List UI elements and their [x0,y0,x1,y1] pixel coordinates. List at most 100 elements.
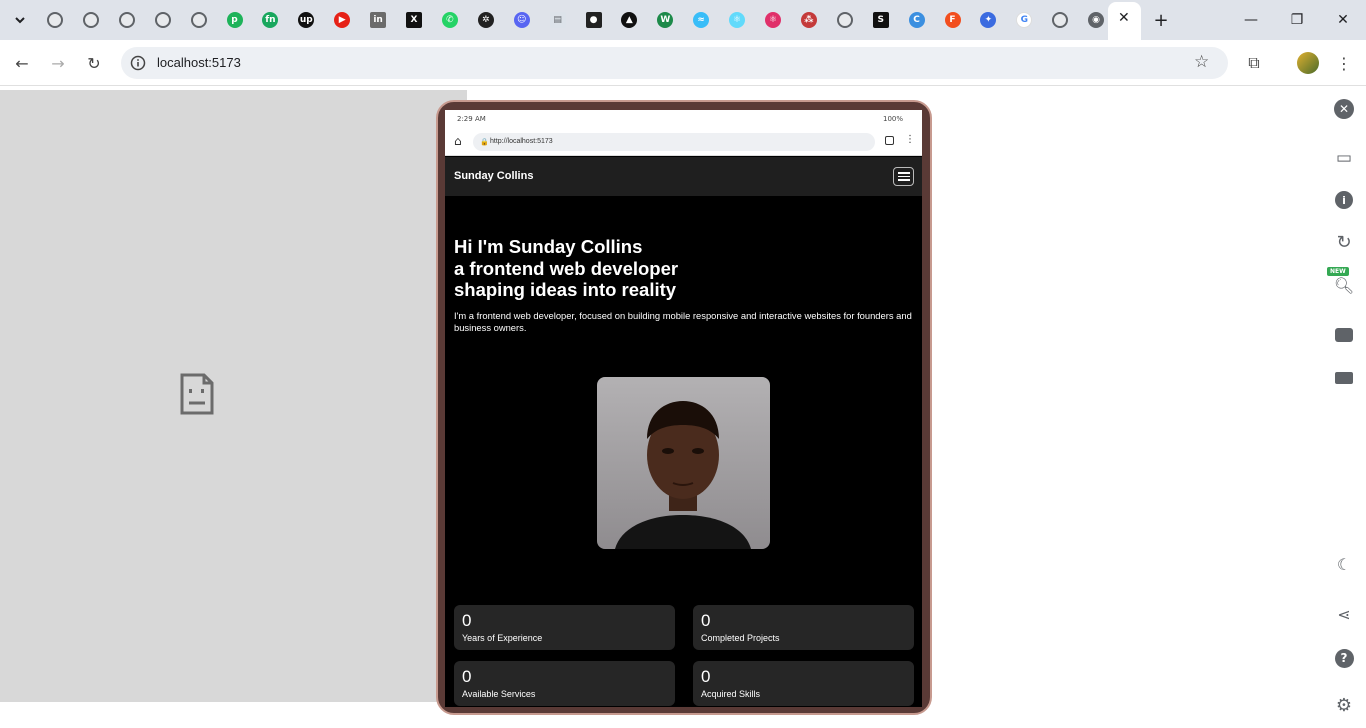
globe-icon [1052,12,1069,28]
device-time: 2:29 AM [457,115,486,123]
stat-label: Completed Projects [701,633,780,643]
browser-tab[interactable] [151,8,175,32]
browser-tab[interactable]: ⁂ [797,8,821,32]
new-badge: NEW [1327,267,1349,276]
browser-tab[interactable]: ≈ [689,8,713,32]
browser-tab[interactable]: ✆ [438,8,462,32]
mobile-url-field[interactable]: 🔒 http://localhost:5173 [473,133,875,151]
browser-tab[interactable]: ⚛ [725,8,749,32]
browser-tab[interactable] [43,8,67,32]
browser-tab[interactable]: ✲ [474,8,498,32]
browser-tab[interactable]: ✦ [976,8,1000,32]
device-status-bar: 2:29 AM 100% [445,110,922,128]
url-text: localhost:5173 [157,55,241,70]
upwork-icon: up [298,12,315,28]
tabs-count-icon[interactable] [885,136,894,145]
browser-tab[interactable] [79,8,103,32]
browser-tab[interactable]: ▲ [617,8,641,32]
help-button[interactable]: ? [1332,646,1356,670]
stat-value: 0 [462,667,472,686]
restore-button[interactable]: ❐ [1282,8,1312,32]
stat-label: Acquired Skills [701,689,761,699]
reload-button[interactable]: ↻ [82,51,106,75]
browser-tab[interactable]: ☺ [510,8,534,32]
stat-card-experience: 0 Years of Experience [454,605,675,650]
browser-tab[interactable] [1048,8,1072,32]
chevron-down-icon [15,17,25,24]
browser-tab[interactable]: ◉ [1084,8,1108,32]
info-icon: i [1335,191,1353,209]
device-battery: 100% [883,115,904,123]
hero-line: Hi I'm Sunday Collins [454,236,643,257]
github-icon: ● [585,12,602,28]
browser-tab[interactable] [187,8,211,32]
screenshot-button[interactable] [1332,323,1356,347]
rotate-icon: ↻ [1336,231,1352,253]
browser-tab[interactable]: ▶ [330,8,354,32]
browser-tab[interactable]: in [366,8,390,32]
dots-icon: ⁂ [800,12,817,28]
tab-search-button[interactable] [8,8,32,32]
chrome-icon: ◉ [1088,12,1105,28]
minimize-button[interactable]: — [1236,8,1266,32]
globe-icon [82,12,99,28]
active-tab[interactable]: ✕ [1108,2,1141,40]
react-icon: ⚛ [729,12,746,28]
doc-icon: ▤ [549,12,566,28]
dark-mode-button[interactable]: ☾ [1332,552,1356,576]
zoom-button[interactable]: 🔍︎ NEW [1327,267,1356,297]
device-info-button[interactable]: i [1332,188,1356,212]
hamburger-menu-button[interactable] [893,167,914,186]
site-brand[interactable]: Sunday Collins [454,170,533,182]
puzzle-icon: ⧉ [1248,53,1260,72]
record-button[interactable] [1332,366,1356,390]
browser-tab[interactable]: ▤ [546,8,570,32]
share-button[interactable]: ⋖ [1332,602,1356,626]
mobile-address-bar: ⌂ 🔒 http://localhost:5173 ⋮ [445,128,922,156]
mobile-url-text: http://localhost:5173 [490,138,553,145]
settings-button[interactable]: ⚙ [1332,693,1356,717]
star-icon[interactable]: ☆ [1194,52,1209,72]
profile-button[interactable] [1296,51,1320,75]
address-bar[interactable]: localhost:5173 ☆ [121,47,1228,79]
browser-tab[interactable]: C [905,8,929,32]
rotate-button[interactable]: ↻ [1332,230,1356,254]
browser-tab[interactable] [833,8,857,32]
globe-icon [47,12,63,28]
device-toggle-button[interactable]: ▭ [1332,146,1356,170]
globe-icon [190,12,207,28]
browser-tab[interactable]: F [941,8,965,32]
home-icon[interactable]: ⌂ [454,134,462,148]
browser-tab[interactable] [115,8,139,32]
stat-label: Available Services [462,689,536,699]
browser-tab[interactable]: ⚛ [761,8,785,32]
browser-tab[interactable]: fn [258,8,282,32]
new-tab-button[interactable]: + [1146,8,1176,32]
browser-tab[interactable]: up [294,8,318,32]
help-icon: ? [1334,648,1354,668]
browser-tab[interactable]: ● [582,8,606,32]
stat-card-services: 0 Available Services [454,661,675,706]
react-pink-icon: ⚛ [765,12,781,28]
devtools-side-toolbar: ✕ ▭ i ↻ 🔍︎ NEW ☾ ⋖ ? ⚙ [1322,90,1366,728]
browser-tab[interactable]: p [223,8,247,32]
x-icon: X [406,12,422,28]
browser-menu-button[interactable]: ⋮ [1332,51,1356,75]
browser-tab[interactable]: X [402,8,426,32]
hero-heading: Hi I'm Sunday Collins a frontend web dev… [454,236,678,301]
close-tab-icon[interactable]: ✕ [1118,10,1130,26]
tab-strip: p fn up ▶ in X ✆ ✲ ☺ ▤ ● ▲ W ≈ ⚛ ⚛ ⁂ S C F ✦ G ◉ ✕ + — ❐ ✕ [0,0,1366,40]
close-emulator-button[interactable]: ✕ [1332,97,1356,121]
browser-tab[interactable]: G [1012,8,1036,32]
back-button[interactable]: ← [10,51,34,75]
moon-icon: ☾ [1336,554,1352,574]
forward-button[interactable]: → [46,51,70,75]
browser-tab[interactable]: W [653,8,677,32]
hero-line: a frontend web developer [454,257,679,279]
more-vert-icon[interactable]: ⋮ [905,134,915,145]
extensions-button[interactable]: ⧉ [1242,51,1266,75]
globe-icon [836,12,853,28]
youtube-icon: ▶ [334,12,351,28]
browser-tab[interactable]: S [869,8,893,32]
close-window-button[interactable]: ✕ [1328,8,1358,32]
